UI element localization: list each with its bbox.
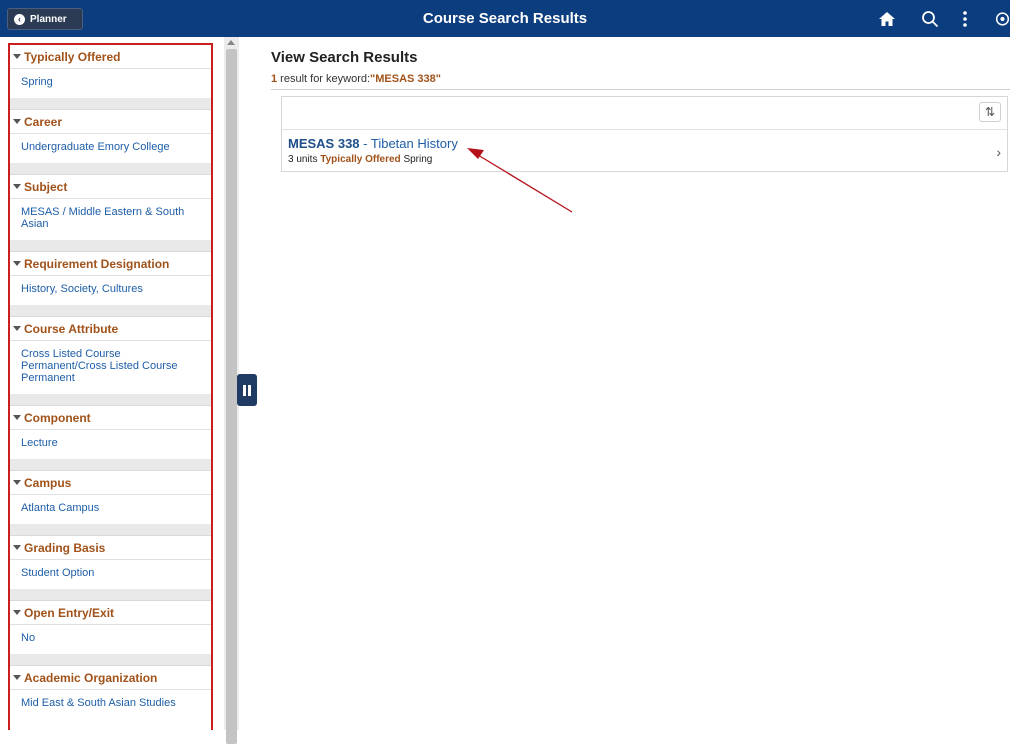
facet-value[interactable]: No	[10, 625, 211, 654]
facet-requirement-designation: Requirement Designation History, Society…	[10, 252, 211, 317]
search-keyword: "MESAS 338"	[370, 73, 442, 85]
facet-value[interactable]: Cross Listed Course Permanent/Cross List…	[10, 341, 211, 394]
scroll-up-icon[interactable]	[227, 40, 235, 45]
facet-value[interactable]: Atlanta Campus	[10, 495, 211, 524]
facet-divider	[10, 524, 211, 536]
course-name: Tibetan History	[370, 136, 458, 151]
facet-academic-organization: Academic Organization Mid East & South A…	[10, 666, 211, 719]
pause-bar-icon	[243, 384, 246, 396]
facet-campus: Campus Atlanta Campus	[10, 471, 211, 536]
facet-value[interactable]: History, Society, Cultures	[10, 276, 211, 305]
course-units: 3 units	[288, 154, 318, 165]
results-list: ⇅ MESAS 338 - Tibetan History 3 units Ty…	[281, 96, 1008, 172]
facet-typically-offered: Typically Offered Spring	[10, 45, 211, 110]
facet-title: Open Entry/Exit	[24, 605, 115, 620]
facet-title: Career	[24, 114, 63, 129]
facet-course-attribute: Course Attribute Cross Listed Course Per…	[10, 317, 211, 406]
divider	[271, 89, 1010, 90]
facet-header[interactable]: Component	[10, 406, 211, 430]
collapse-sidebar-button[interactable]	[237, 374, 257, 406]
facet-subject: Subject MESAS / Middle Eastern & South A…	[10, 175, 211, 252]
settings-icon[interactable]	[995, 0, 1010, 37]
course-meta: 3 units Typically Offered Spring	[288, 154, 432, 165]
offered-label: Typically Offered	[320, 154, 401, 165]
facet-value[interactable]: Undergraduate Emory College	[10, 134, 211, 163]
facet-header[interactable]: Academic Organization	[10, 666, 211, 690]
facet-header[interactable]: Course Attribute	[10, 317, 211, 341]
scrollbar-thumb[interactable]	[226, 49, 237, 744]
result-text: result for keyword:	[277, 73, 371, 85]
facet-divider	[10, 98, 211, 110]
chevron-left-icon: ‹	[14, 13, 25, 25]
chevron-right-icon[interactable]: ›	[996, 144, 1001, 160]
facet-title: Component	[24, 410, 91, 425]
facet-divider	[10, 394, 211, 406]
page-title: Course Search Results	[422, 10, 588, 27]
facet-grading-basis: Grading Basis Student Option	[10, 536, 211, 601]
facet-header[interactable]: Career	[10, 110, 211, 134]
results-heading: View Search Results	[271, 49, 418, 66]
top-banner: ‹ Planner Course Search Results	[0, 0, 1010, 37]
facet-title: Requirement Designation	[24, 256, 170, 271]
facet-title: Typically Offered	[24, 49, 121, 64]
results-toolbar: ⇅	[282, 97, 1007, 130]
back-planner-button[interactable]: ‹ Planner	[7, 8, 83, 30]
course-title[interactable]: MESAS 338 - Tibetan History	[288, 136, 458, 151]
caret-down-icon	[13, 326, 21, 331]
caret-down-icon	[13, 675, 21, 680]
facet-divider	[10, 459, 211, 471]
course-separator: -	[359, 136, 371, 151]
facet-divider	[10, 654, 211, 666]
caret-down-icon	[13, 261, 21, 266]
offered-value: Spring	[403, 154, 433, 165]
caret-down-icon	[13, 184, 21, 189]
facet-title: Academic Organization	[24, 670, 158, 685]
facet-divider	[10, 305, 211, 317]
facet-header[interactable]: Requirement Designation	[10, 252, 211, 276]
caret-down-icon	[13, 119, 21, 124]
facet-component: Component Lecture	[10, 406, 211, 471]
facet-value[interactable]: Student Option	[10, 560, 211, 589]
sort-arrows-icon: ⇅	[984, 105, 996, 119]
facet-value[interactable]: MESAS / Middle Eastern & South Asian	[10, 199, 211, 240]
facet-divider	[10, 589, 211, 601]
facet-value[interactable]: Spring	[10, 69, 211, 98]
caret-down-icon	[13, 545, 21, 550]
facet-header[interactable]: Grading Basis	[10, 536, 211, 560]
course-code: MESAS 338	[288, 136, 360, 151]
course-result-row[interactable]: MESAS 338 - Tibetan History 3 units Typi…	[282, 130, 1007, 172]
facet-header[interactable]: Typically Offered	[10, 45, 211, 69]
facet-divider	[10, 163, 211, 175]
facet-title: Campus	[24, 475, 72, 490]
search-icon[interactable]	[919, 0, 941, 37]
facet-header[interactable]: Subject	[10, 175, 211, 199]
facet-career: Career Undergraduate Emory College	[10, 110, 211, 175]
facet-title: Course Attribute	[24, 321, 119, 336]
more-vertical-icon[interactable]	[958, 0, 972, 37]
caret-down-icon	[13, 415, 21, 420]
facet-divider	[10, 240, 211, 252]
facet-value[interactable]: Lecture	[10, 430, 211, 459]
facet-header[interactable]: Campus	[10, 471, 211, 495]
facet-header[interactable]: Open Entry/Exit	[10, 601, 211, 625]
home-icon[interactable]	[876, 0, 898, 37]
facet-value[interactable]: Mid East & South Asian Studies	[10, 690, 211, 719]
facet-title: Grading Basis	[24, 540, 106, 555]
pause-bar-icon	[248, 384, 251, 396]
back-planner-label: Planner	[30, 13, 67, 25]
facet-sidebar: Typically Offered Spring Career Undergra…	[8, 43, 213, 730]
caret-down-icon	[13, 480, 21, 485]
result-summary: 1 result for keyword:"MESAS 338"	[271, 73, 441, 85]
caret-down-icon	[13, 610, 21, 615]
facet-title: Subject	[24, 179, 68, 194]
caret-down-icon	[13, 54, 21, 59]
facet-open-entry-exit: Open Entry/Exit No	[10, 601, 211, 666]
sort-button[interactable]: ⇅	[979, 102, 1001, 122]
